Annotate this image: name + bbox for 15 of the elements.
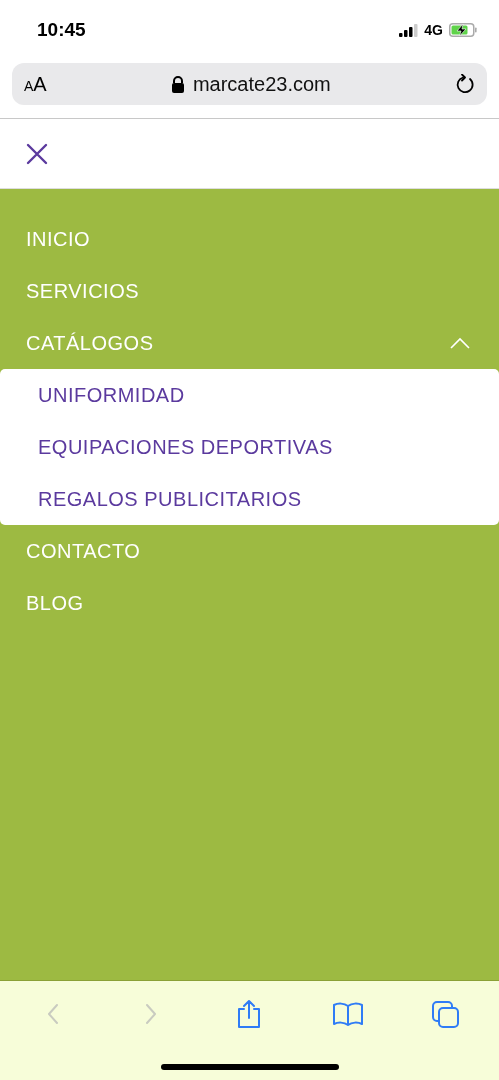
chevron-up-icon[interactable] [449, 336, 471, 350]
tabs-icon[interactable] [432, 1000, 460, 1028]
url-text[interactable]: marcate23.com [192, 69, 331, 99]
reload-icon[interactable] [455, 73, 475, 95]
address-bar[interactable]: AA marcate23.com [12, 63, 487, 105]
text-size-button[interactable]: AA [24, 74, 47, 94]
close-icon[interactable] [26, 142, 48, 165]
submenu-link[interactable]: UNIFORMIDAD [38, 380, 185, 410]
submenu-link[interactable]: REGALOS PUBLICITARIOS [38, 484, 302, 514]
status-time: 10:45 [37, 17, 86, 42]
book-icon[interactable] [332, 1001, 363, 1027]
share-icon[interactable] [237, 1000, 262, 1028]
submenu-link[interactable]: EQUIPACIONES DEPORTIVAS [38, 432, 333, 462]
signal-icon [399, 23, 419, 37]
network-label: 4G [424, 20, 443, 40]
